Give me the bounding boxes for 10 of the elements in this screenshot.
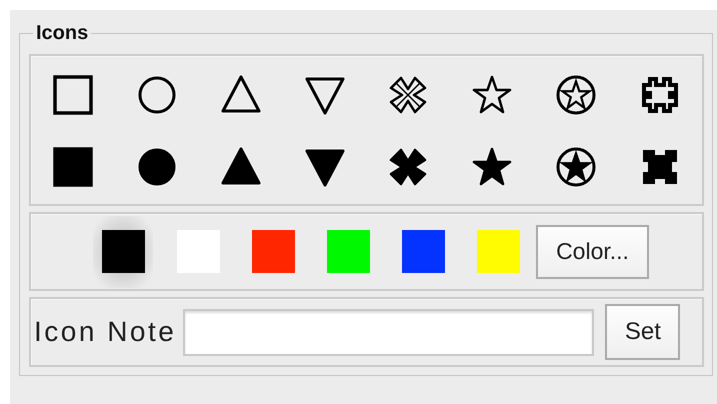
color-swatch-button[interactable] [93,216,153,288]
star-circle-icon[interactable] [554,145,598,189]
note-field[interactable] [183,308,594,356]
note-label: Icon Note [34,316,176,348]
group-title: Icons [35,22,90,44]
color-button[interactable]: Color... [536,224,649,278]
square-icon[interactable] [50,145,95,189]
square-icon[interactable] [50,73,95,117]
set-button[interactable]: Set [605,304,680,360]
star-circle-icon[interactable] [554,73,598,117]
